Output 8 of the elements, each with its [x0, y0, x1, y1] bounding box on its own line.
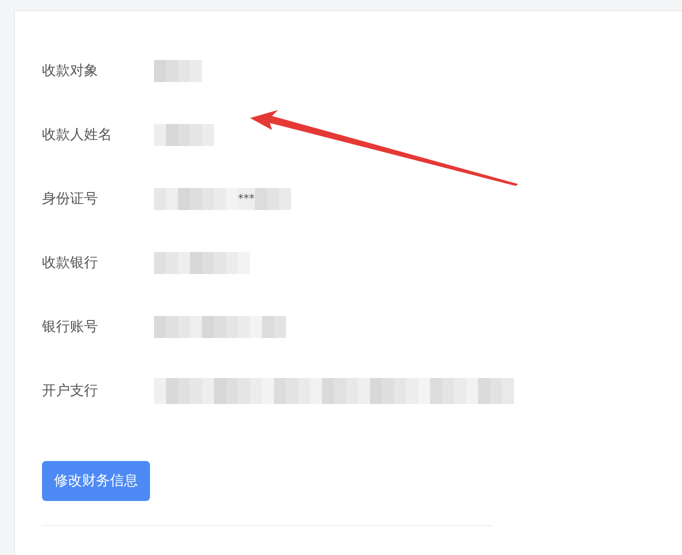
field-label: 收款对象 — [42, 62, 99, 80]
field-label: 开户支行 — [42, 382, 99, 400]
masked-text: *** — [238, 188, 254, 210]
field-label: 收款人姓名 — [42, 126, 113, 144]
field-label: 银行账号 — [42, 318, 99, 336]
field-label: 身份证号 — [42, 190, 99, 208]
field-label: 收款银行 — [42, 254, 99, 272]
edit-finance-button[interactable]: 修改财务信息 — [42, 461, 150, 501]
